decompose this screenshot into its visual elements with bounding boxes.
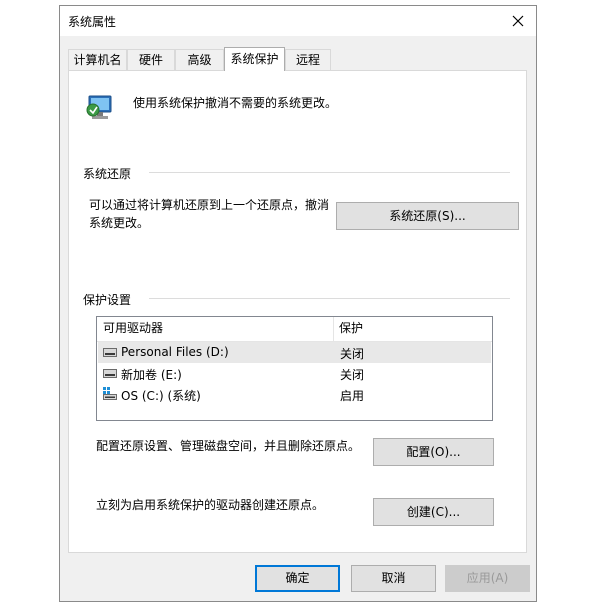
column-divider[interactable] <box>333 317 334 341</box>
drive-list[interactable]: 可用驱动器 保护 Personal Files (D:) 关闭 新加卷 (E:) <box>96 316 493 421</box>
create-button[interactable]: 创建(C)... <box>373 498 494 526</box>
column-header-drive[interactable]: 可用驱动器 <box>103 317 163 341</box>
configure-description: 配置还原设置、管理磁盘空间，并且删除还原点。 <box>96 439 361 453</box>
tab-computer-name[interactable]: 计算机名 <box>68 49 127 70</box>
drive-icon <box>103 369 117 378</box>
drive-row-c[interactable]: OS (C:) (系统) 启用 <box>98 384 491 405</box>
system-drive-icon <box>103 387 117 400</box>
drive-name: Personal Files (D:) <box>121 345 229 359</box>
tab-advanced[interactable]: 高级 <box>175 49 224 70</box>
drive-row-e[interactable]: 新加卷 (E:) 关闭 <box>98 363 491 384</box>
tab-panel: 使用系统保护撤消不需要的系统更改。 系统还原 可以通过将计算机还原到上一个还原点… <box>68 70 527 553</box>
system-restore-button[interactable]: 系统还原(S)... <box>336 202 519 230</box>
drive-protection-status: 关闭 <box>340 347 365 361</box>
list-header: 可用驱动器 保护 <box>97 317 492 342</box>
tab-hardware[interactable]: 硬件 <box>127 49 175 70</box>
drive-row-d[interactable]: Personal Files (D:) 关闭 <box>98 342 491 363</box>
configure-button[interactable]: 配置(O)... <box>373 438 494 466</box>
drive-protection-status: 启用 <box>340 389 365 403</box>
section-divider <box>149 172 510 173</box>
window-title: 系统属性 <box>68 15 117 29</box>
tab-remote[interactable]: 远程 <box>285 49 331 70</box>
intro-text: 使用系统保护撤消不需要的系统更改。 <box>133 96 338 110</box>
cancel-button[interactable]: 取消 <box>351 565 436 592</box>
tab-system-protection[interactable]: 系统保护 <box>224 47 285 71</box>
column-header-protection[interactable]: 保护 <box>339 317 363 341</box>
drive-name: 新加卷 (E:) <box>121 368 182 382</box>
protection-settings-heading: 保护设置 <box>83 293 132 307</box>
create-description: 立刻为启用系统保护的驱动器创建还原点。 <box>96 498 325 512</box>
drive-icon <box>103 348 117 357</box>
drive-name: OS (C:) (系统) <box>121 389 201 403</box>
system-properties-window: 系统属性 计算机名 硬件 高级 系统保护 远程 使用系统保护撤消不需要的系统更改… <box>59 5 537 602</box>
close-button[interactable] <box>500 6 536 36</box>
system-restore-heading: 系统还原 <box>83 167 132 181</box>
title-bar[interactable]: 系统属性 <box>60 6 536 36</box>
close-icon <box>512 15 524 27</box>
system-restore-description: 可以通过将计算机还原到上一个还原点，撤消系统更改。 <box>89 198 330 230</box>
system-protection-icon <box>86 95 112 119</box>
ok-button[interactable]: 确定 <box>255 565 340 592</box>
apply-button[interactable]: 应用(A) <box>445 565 530 592</box>
section-divider <box>149 298 510 299</box>
drive-protection-status: 关闭 <box>340 368 365 382</box>
